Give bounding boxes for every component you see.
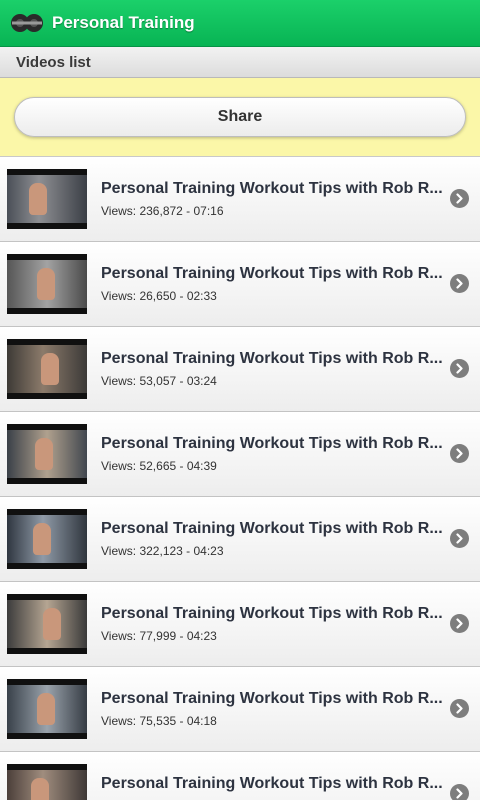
app-title: Personal Training [52, 13, 195, 32]
video-thumbnail [7, 594, 87, 654]
video-list-item[interactable]: Personal Training Workout Tips with Rob … [0, 157, 480, 242]
thumbnail-person [41, 353, 59, 385]
share-bar: Share [0, 78, 480, 157]
chevron-right-icon[interactable] [450, 529, 469, 548]
video-thumbnail [7, 254, 87, 314]
video-views: Views: 26,650 - 02:33 [101, 289, 217, 303]
thumbnail-person [29, 183, 47, 215]
video-title: Personal Training Workout Tips with Rob … [101, 775, 443, 792]
video-views: Views: 77,999 - 04:23 [101, 629, 217, 643]
dumbbell-icon [10, 6, 44, 40]
chevron-right-icon[interactable] [450, 784, 469, 800]
video-text: Personal Training Workout Tips with Rob … [101, 435, 480, 473]
chevron-right-icon[interactable] [450, 699, 469, 718]
video-title: Personal Training Workout Tips with Rob … [101, 690, 443, 707]
video-list-item[interactable]: Personal Training Workout Tips with Rob … [0, 242, 480, 327]
video-list-item[interactable]: Personal Training Workout Tips with Rob … [0, 752, 480, 800]
video-thumbnail [7, 424, 87, 484]
video-views: Views: 75,535 - 04:18 [101, 714, 217, 728]
video-text: Personal Training Workout Tips with Rob … [101, 605, 480, 643]
video-text: Personal Training Workout Tips with Rob … [101, 690, 480, 728]
video-text: Personal Training Workout Tips with Rob … [101, 350, 480, 388]
thumbnail-person [37, 693, 55, 725]
thumbnail-person [33, 523, 51, 555]
section-header: Videos list [0, 47, 480, 78]
video-title: Personal Training Workout Tips with Rob … [101, 435, 443, 452]
chevron-right-icon[interactable] [450, 444, 469, 463]
video-list: Personal Training Workout Tips with Rob … [0, 157, 480, 800]
thumbnail-person [37, 268, 55, 300]
video-thumbnail [7, 339, 87, 399]
video-text: Personal Training Workout Tips with Rob … [101, 265, 480, 303]
video-title: Personal Training Workout Tips with Rob … [101, 520, 443, 537]
video-list-item[interactable]: Personal Training Workout Tips with Rob … [0, 327, 480, 412]
video-text: Personal Training Workout Tips with Rob … [101, 775, 480, 800]
video-title: Personal Training Workout Tips with Rob … [101, 265, 443, 282]
chevron-right-icon[interactable] [450, 274, 469, 293]
video-text: Personal Training Workout Tips with Rob … [101, 180, 480, 218]
video-list-item[interactable]: Personal Training Workout Tips with Rob … [0, 412, 480, 497]
share-button[interactable]: Share [14, 97, 466, 137]
video-title: Personal Training Workout Tips with Rob … [101, 605, 443, 622]
video-text: Personal Training Workout Tips with Rob … [101, 520, 480, 558]
video-thumbnail [7, 679, 87, 739]
video-views: Views: 322,123 - 04:23 [101, 544, 224, 558]
app-screen: Personal Training Videos list Share Pers… [0, 0, 480, 800]
thumbnail-person [43, 608, 61, 640]
video-thumbnail [7, 509, 87, 569]
thumbnail-person [31, 778, 49, 800]
chevron-right-icon[interactable] [450, 614, 469, 633]
video-list-item[interactable]: Personal Training Workout Tips with Rob … [0, 497, 480, 582]
video-thumbnail [7, 169, 87, 229]
thumbnail-scene [7, 175, 87, 223]
video-views: Views: 52,665 - 04:39 [101, 459, 217, 473]
video-list-item[interactable]: Personal Training Workout Tips with Rob … [0, 667, 480, 752]
chevron-right-icon[interactable] [450, 189, 469, 208]
video-thumbnail [7, 764, 87, 800]
video-list-item[interactable]: Personal Training Workout Tips with Rob … [0, 582, 480, 667]
video-title: Personal Training Workout Tips with Rob … [101, 350, 443, 367]
video-views: Views: 53,057 - 03:24 [101, 374, 217, 388]
video-views: Views: 236,872 - 07:16 [101, 204, 224, 218]
video-title: Personal Training Workout Tips with Rob … [101, 180, 443, 197]
thumbnail-person [35, 438, 53, 470]
chevron-right-icon[interactable] [450, 359, 469, 378]
title-bar: Personal Training [0, 0, 480, 47]
